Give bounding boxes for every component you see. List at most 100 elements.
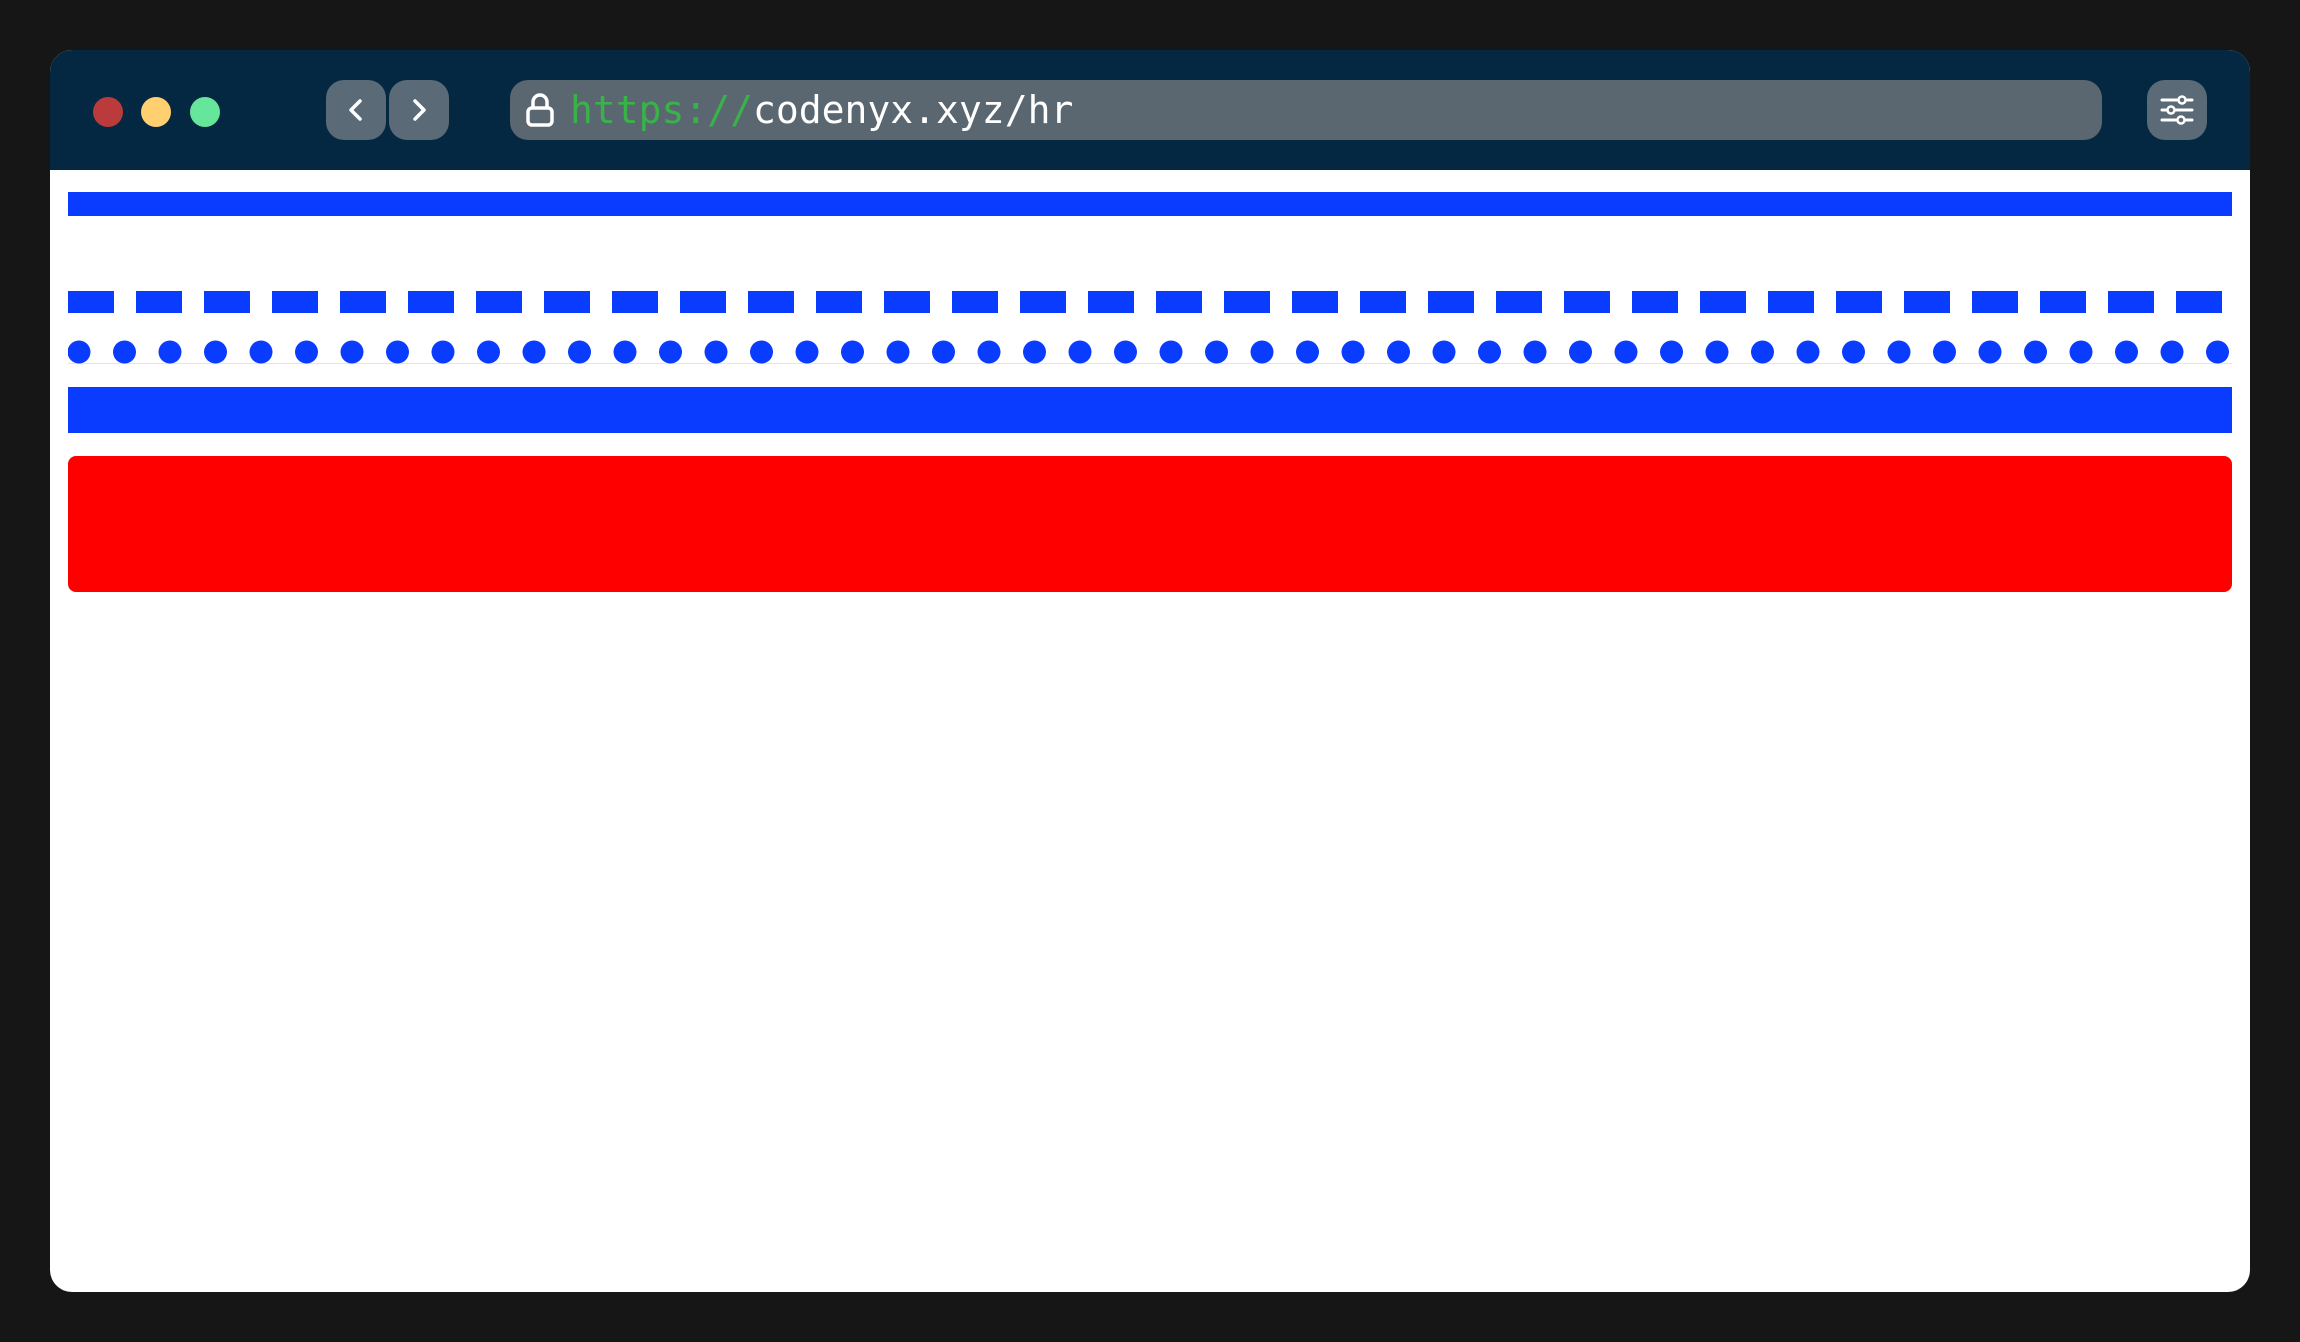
dot-segment: [386, 340, 409, 364]
hr-red-rounded-rule: [68, 456, 2232, 592]
dot-segment: [841, 340, 864, 364]
dot-segment: [1205, 340, 1228, 364]
dot-segment: [2024, 340, 2047, 364]
address-bar[interactable]: https://codenyx.xyz/hr: [510, 80, 2102, 140]
dot-segment: [1023, 340, 1046, 364]
dot-segment: [1159, 340, 1183, 364]
dash-segment: [680, 291, 726, 313]
browser-window: https://codenyx.xyz/hr: [50, 50, 2250, 1292]
dash-segment: [1496, 291, 1542, 313]
dot-segment: [1751, 340, 1774, 364]
dash-segment: [272, 291, 318, 313]
dash-segment: [544, 291, 590, 313]
dot-segment: [477, 340, 500, 364]
dash-segment: [1224, 291, 1270, 313]
dot-segment: [613, 340, 637, 364]
dot-segment: [1478, 340, 1501, 364]
dot-segment: [249, 340, 273, 364]
dot-segment: [704, 340, 728, 364]
dash-segment: [408, 291, 454, 313]
dot-segment: [1114, 340, 1137, 364]
chevron-left-icon: [349, 99, 362, 121]
dash-segment: [1632, 291, 1678, 313]
dot-segment: [204, 340, 227, 364]
close-window-button[interactable]: [93, 97, 123, 127]
minimize-window-button[interactable]: [141, 97, 171, 127]
dash-segment: [1564, 291, 1610, 313]
dot-segment: [1068, 340, 1092, 364]
url-scheme: https://: [570, 88, 754, 132]
sliders-icon: [2160, 95, 2194, 125]
dot-segment: [1341, 340, 1365, 364]
dot-segment: [932, 340, 955, 364]
dot-segment: [1296, 340, 1319, 364]
dash-segment: [1292, 291, 1338, 313]
url-text: https://codenyx.xyz/hr: [570, 80, 1073, 140]
hr-solid-rule: [68, 192, 2232, 216]
dash-segment: [1972, 291, 2018, 313]
dot-segment: [113, 340, 136, 364]
dot-segment: [1250, 340, 1274, 364]
dash-segment: [1360, 291, 1406, 313]
dot-segment: [886, 340, 910, 364]
dash-segment: [952, 291, 998, 313]
dot-segment: [659, 340, 682, 364]
dash-segment: [340, 291, 386, 313]
settings-button[interactable]: [2147, 80, 2207, 140]
dot-segment: [1569, 340, 1592, 364]
dash-segment: [1904, 291, 1950, 313]
back-button[interactable]: [326, 80, 386, 140]
dash-segment: [2108, 291, 2154, 313]
lock-icon: [526, 93, 554, 127]
dash-segment: [136, 291, 182, 313]
dash-segment: [748, 291, 794, 313]
dash-segment: [1700, 291, 1746, 313]
hr-dashed-rule: [68, 291, 2222, 313]
chevron-right-icon: [413, 99, 426, 121]
maximize-window-button[interactable]: [190, 97, 220, 127]
dash-segment: [476, 291, 522, 313]
dash-segment: [1020, 291, 1066, 313]
dash-segment: [2040, 291, 2086, 313]
dash-segment: [1428, 291, 1474, 313]
dot-segment: [1432, 340, 1456, 364]
dash-segment: [68, 291, 114, 313]
dash-segment: [204, 291, 250, 313]
dot-segment: [158, 340, 182, 364]
dot-segment: [1660, 340, 1683, 364]
dot-segment: [1523, 340, 1547, 364]
dot-segment: [431, 340, 455, 364]
dash-segment: [884, 291, 930, 313]
dot-segment: [1614, 340, 1638, 364]
dash-segment: [612, 291, 658, 313]
dot-segment: [2206, 340, 2229, 364]
dot-segment: [795, 340, 819, 364]
dot-segment: [750, 340, 773, 364]
dot-segment: [68, 340, 91, 364]
browser-titlebar: https://codenyx.xyz/hr: [50, 50, 2250, 170]
dot-segment: [1387, 340, 1410, 364]
dot-segment: [2115, 340, 2138, 364]
dot-segment: [522, 340, 546, 364]
dash-segment: [816, 291, 862, 313]
dot-segment: [1842, 340, 1865, 364]
dot-segment: [2160, 340, 2184, 364]
hr-thick-solid-rule: [68, 387, 2232, 433]
dot-segment: [977, 340, 1001, 364]
dot-segment: [340, 340, 364, 364]
dot-segment: [2069, 340, 2093, 364]
dot-segment: [295, 340, 318, 364]
dot-segment: [1933, 340, 1956, 364]
url-path: codenyx.xyz/hr: [753, 88, 1074, 132]
forward-button[interactable]: [389, 80, 449, 140]
dash-segment: [1156, 291, 1202, 313]
dot-segment: [1887, 340, 1911, 364]
hr-dotted-rule: [68, 340, 2229, 364]
dash-segment: [2176, 291, 2222, 313]
dash-segment: [1836, 291, 1882, 313]
dash-segment: [1088, 291, 1134, 313]
dot-segment: [1796, 340, 1820, 364]
dot-segment: [568, 340, 591, 364]
dot-segment: [1978, 340, 2002, 364]
dot-segment: [1705, 340, 1729, 364]
